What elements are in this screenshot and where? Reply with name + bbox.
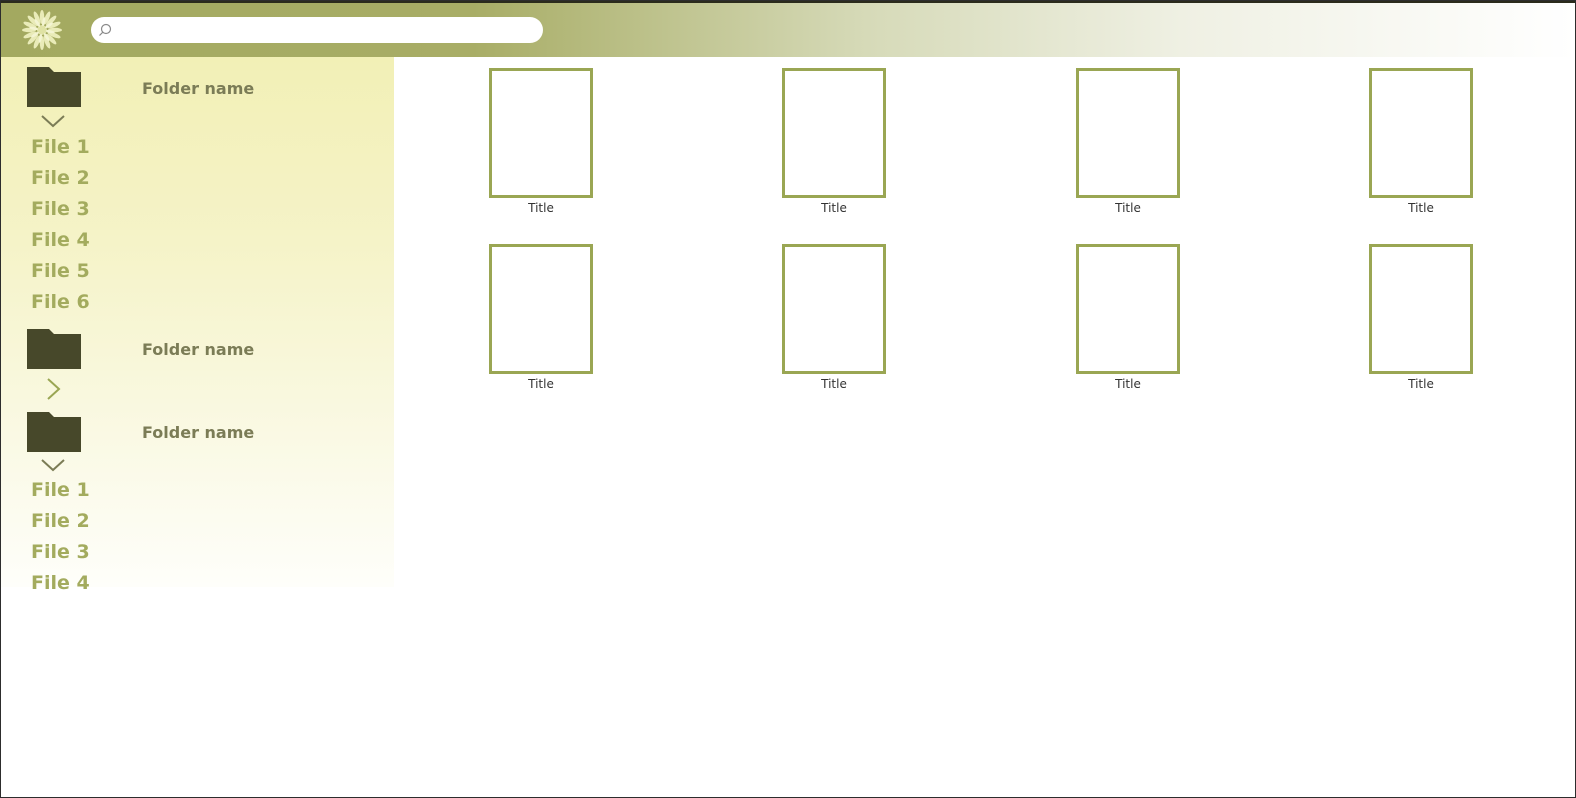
tile-title: Title [821,377,847,391]
tile-title: Title [1115,377,1141,391]
folder-label[interactable]: Folder name [142,340,254,359]
search-input[interactable] [119,20,533,42]
chevron-right-icon[interactable] [39,377,67,401]
folder-label[interactable]: Folder name [142,79,254,98]
folder-icon[interactable] [27,329,81,369]
file-item[interactable]: File 4 [31,572,90,594]
thumbnail[interactable] [489,68,593,198]
file-item[interactable]: File 5 [31,260,90,282]
tile-title: Title [528,201,554,215]
grid-tile[interactable]: Title [1068,68,1188,218]
file-item[interactable]: File 1 [31,136,90,158]
grid-tile[interactable]: Title [774,244,894,394]
file-item[interactable]: File 4 [31,229,90,251]
chevron-down-icon[interactable] [39,111,67,131]
thumbnail[interactable] [1369,244,1473,374]
flower-logo-icon[interactable] [21,9,63,51]
tile-title: Title [1408,377,1434,391]
search-bar[interactable] [91,17,543,43]
thumbnail[interactable] [782,244,886,374]
tile-title: Title [1408,201,1434,215]
tile-title: Title [821,201,847,215]
file-item[interactable]: File 3 [31,541,90,563]
file-item[interactable]: File 2 [31,510,90,532]
thumbnail[interactable] [1076,68,1180,198]
thumbnail[interactable] [782,68,886,198]
thumbnail[interactable] [1076,244,1180,374]
folder-sidebar: Folder name File 1 File 2 File 3 File 4 … [1,57,394,594]
thumbnail[interactable] [1369,68,1473,198]
grid-tile[interactable]: Title [481,244,601,394]
grid-tile[interactable]: Title [1361,68,1481,218]
top-bar [1,1,1575,57]
chevron-down-icon[interactable] [39,455,67,475]
folder-label[interactable]: Folder name [142,423,254,442]
thumbnail[interactable] [489,244,593,374]
file-item[interactable]: File 6 [31,291,90,313]
tile-title: Title [1115,201,1141,215]
folder-icon[interactable] [27,412,81,452]
file-item[interactable]: File 1 [31,479,90,501]
grid-tile[interactable]: Title [774,68,894,218]
file-item[interactable]: File 2 [31,167,90,189]
tile-title: Title [528,377,554,391]
grid-tile[interactable]: Title [1068,244,1188,394]
file-item[interactable]: File 3 [31,198,90,220]
folder-icon[interactable] [27,67,81,107]
grid-tile[interactable]: Title [1361,244,1481,394]
app-window: Folder name File 1 File 2 File 3 File 4 … [0,0,1576,798]
grid-tile[interactable]: Title [481,68,601,218]
search-icon [99,23,112,36]
